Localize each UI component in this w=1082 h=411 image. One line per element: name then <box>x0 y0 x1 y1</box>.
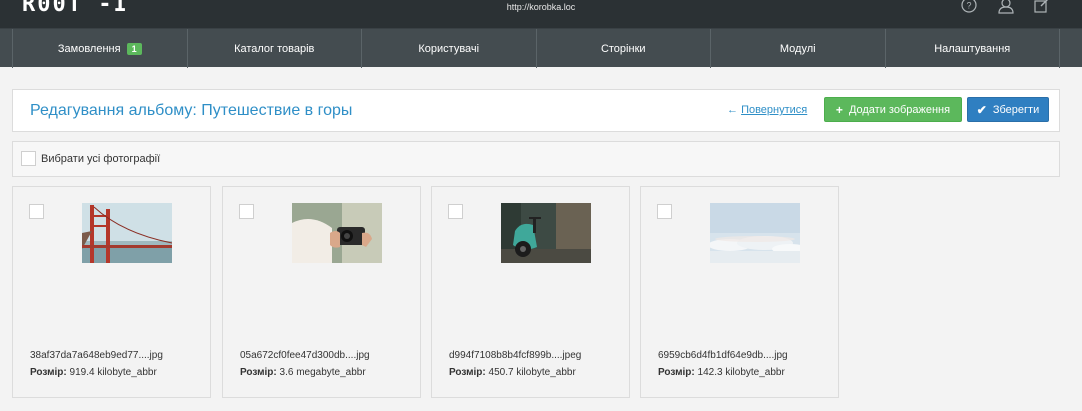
nav-item-pages[interactable]: Сторінки <box>535 29 711 68</box>
nav-item-label: Користувачі <box>418 42 480 55</box>
nav-item-orders[interactable]: Замовлення 1 <box>12 29 187 68</box>
photo-filename: 05a672cf0fee47d300db....jpg <box>240 350 370 361</box>
photo-checkbox[interactable] <box>448 204 463 219</box>
nav-item-settings[interactable]: Налаштування <box>884 29 1060 68</box>
save-label: Зберегти <box>992 103 1040 116</box>
photo-size: Розмір: 450.7 kilobyte_abbr <box>449 367 576 378</box>
photo-thumbnail[interactable] <box>710 203 800 263</box>
nav-item-modules[interactable]: Модулі <box>710 29 885 68</box>
save-button[interactable]: ✔ Зберегти <box>967 97 1049 122</box>
back-link[interactable]: ← Повернутися <box>727 104 807 116</box>
nav-item-label: Замовлення <box>57 42 121 55</box>
nav-item-label: Каталог товарів <box>234 42 315 55</box>
photo-card: 38af37da7a648eb9ed77....jpg Розмір: 919.… <box>12 186 211 398</box>
nav-item-label: Налаштування <box>934 42 1011 55</box>
photo-card: 6959cb6d4fb1df64e9db....jpg Розмір: 142.… <box>640 186 839 398</box>
size-label: Розмір: <box>658 367 695 378</box>
site-url[interactable]: http://korobka.loc <box>0 2 1082 12</box>
nav-item-catalog[interactable]: Каталог товарів <box>186 29 362 68</box>
add-image-button[interactable]: + Додати зображення <box>824 97 962 122</box>
photo-thumbnail[interactable] <box>82 203 172 263</box>
help-icon[interactable]: ? <box>959 0 979 14</box>
main-nav: Замовлення 1 Каталог товарів Користувачі… <box>0 28 1082 68</box>
check-icon: ✔ <box>976 102 987 117</box>
back-link-label: Повернутися <box>741 104 808 116</box>
photo-size: Розмір: 3.6 megabyte_abbr <box>240 367 366 378</box>
size-label: Розмір: <box>240 367 277 378</box>
plus-icon: + <box>835 102 843 117</box>
nav-item-label: Сторінки <box>600 42 646 55</box>
photo-thumbnail[interactable] <box>292 203 382 263</box>
user-icon[interactable] <box>996 0 1016 14</box>
select-all-bar: Вибрати усі фотографії <box>12 141 1060 177</box>
size-value: 142.3 kilobyte_abbr <box>697 367 785 378</box>
size-value: 3.6 megabyte_abbr <box>279 367 366 378</box>
page-title: Редагування альбому: Путешествие в горы <box>30 102 353 119</box>
external-edit-icon[interactable] <box>1032 0 1052 14</box>
photo-filename: 38af37da7a648eb9ed77....jpg <box>30 350 163 361</box>
photo-checkbox[interactable] <box>29 204 44 219</box>
size-value: 450.7 kilobyte_abbr <box>488 367 576 378</box>
photo-checkbox[interactable] <box>657 204 672 219</box>
nav-item-label: Модулі <box>779 42 816 55</box>
select-all-checkbox[interactable] <box>21 151 36 166</box>
orders-count-badge: 1 <box>126 42 142 55</box>
photo-size: Розмір: 142.3 kilobyte_abbr <box>658 367 785 378</box>
album-header: Редагування альбому: Путешествие в горы … <box>12 89 1060 132</box>
nav-item-users[interactable]: Користувачі <box>361 29 536 68</box>
photo-size: Розмір: 919.4 kilobyte_abbr <box>30 367 157 378</box>
photo-card: d994f7108b8b4fcf899b....jpeg Розмір: 450… <box>431 186 630 398</box>
size-value: 919.4 kilobyte_abbr <box>69 367 157 378</box>
size-label: Розмір: <box>449 367 486 378</box>
top-bar: R00T -I http://korobka.loc ? <box>0 0 1082 28</box>
photo-filename: d994f7108b8b4fcf899b....jpeg <box>449 350 582 361</box>
svg-text:?: ? <box>966 1 971 11</box>
photo-card: 05a672cf0fee47d300db....jpg Розмір: 3.6 … <box>222 186 421 398</box>
photo-thumbnail[interactable] <box>501 203 591 263</box>
select-all-label[interactable]: Вибрати усі фотографії <box>41 153 160 165</box>
add-image-label: Додати зображення <box>848 103 951 116</box>
photo-filename: 6959cb6d4fb1df64e9db....jpg <box>658 350 788 361</box>
photo-checkbox[interactable] <box>239 204 254 219</box>
size-label: Розмір: <box>30 367 67 378</box>
back-arrow-icon: ← <box>727 104 738 116</box>
